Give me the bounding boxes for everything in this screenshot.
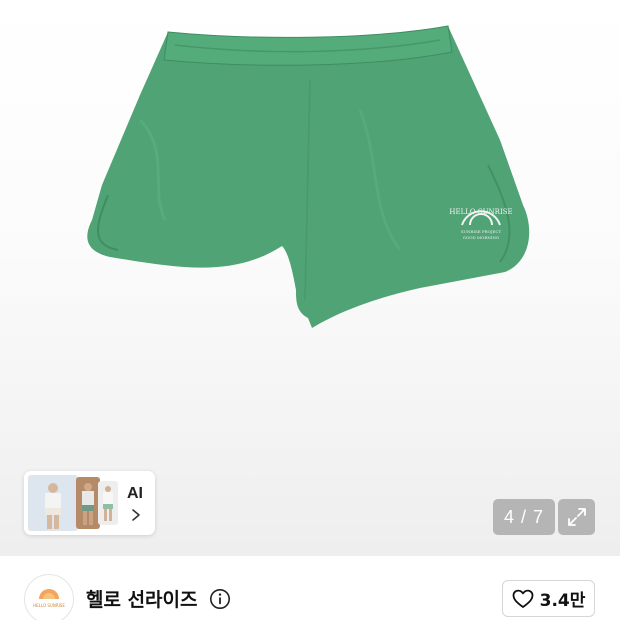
ai-chip-label[interactable]: AI bbox=[127, 485, 143, 503]
heart-outline-icon bbox=[512, 589, 534, 608]
brand-name[interactable]: 헬로 선라이즈 bbox=[86, 585, 198, 612]
chevron-right-icon[interactable] bbox=[130, 508, 142, 522]
ai-thumbnail-1 bbox=[28, 475, 78, 531]
print-title: HELLO SUNRISE bbox=[449, 208, 512, 216]
like-count: 3.4만 bbox=[539, 591, 586, 611]
like-button[interactable]: 3.4만 bbox=[502, 580, 595, 617]
ai-lookbook-button[interactable] bbox=[24, 471, 155, 535]
product-image-gallery[interactable]: HELLO SUNRISE SUNRISE PROJECT GOOD MORNI… bbox=[0, 0, 620, 556]
brand-logo[interactable]: HELLO SUNRISE bbox=[24, 574, 74, 620]
brand-logo-mark: HELLO SUNRISE bbox=[33, 589, 65, 608]
info-icon[interactable] bbox=[209, 588, 231, 610]
image-page-counter: 4 / 7 bbox=[493, 499, 555, 535]
ai-thumbnail-stack bbox=[24, 471, 120, 535]
ai-thumbnail-3 bbox=[98, 481, 118, 525]
print-line-3: GOOD MORNING bbox=[463, 235, 499, 240]
ai-thumbnail-2 bbox=[76, 477, 100, 529]
brand-logo-text: HELLO SUNRISE bbox=[33, 603, 65, 608]
expand-icon bbox=[567, 508, 586, 526]
expand-image-button[interactable] bbox=[558, 499, 595, 535]
print-line-2: SUNRISE PROJECT bbox=[461, 229, 502, 234]
